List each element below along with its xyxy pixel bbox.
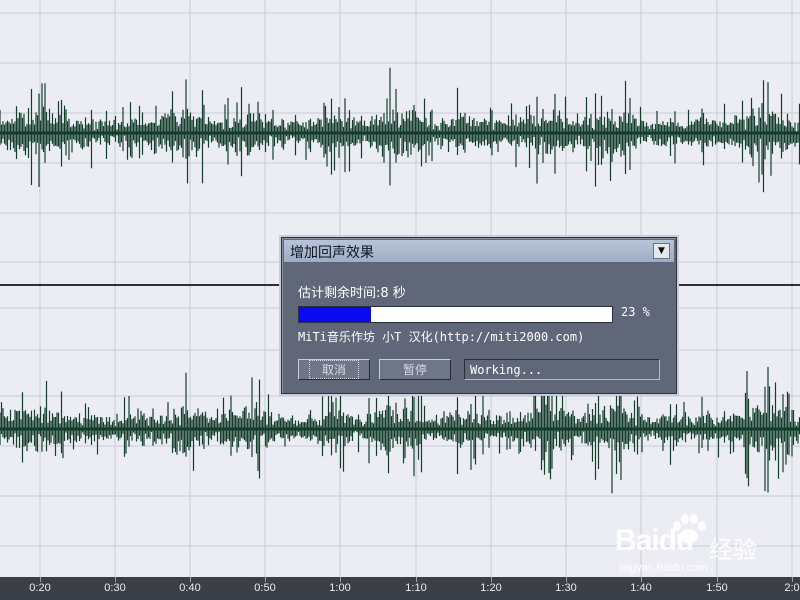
time-label: 1:40	[630, 582, 652, 594]
estimated-time-label: 估计剩余时间:8 秒	[298, 286, 406, 301]
time-label: 0:30	[104, 582, 126, 594]
watermark-text: 经验	[709, 536, 757, 564]
time-label: 1:20	[480, 582, 502, 594]
channel-top-waveform	[0, 67, 800, 193]
time-label: 0:40	[179, 582, 201, 594]
progress-percent: 23 %	[621, 305, 650, 319]
time-label: 1:10	[405, 582, 427, 594]
watermark: Baidu 经验 jingyan.baidu.com	[613, 512, 793, 582]
time-label: 1:50	[706, 582, 728, 594]
dialog-titlebar[interactable]: 增加回声效果 ▼	[284, 240, 674, 263]
chevron-down-icon[interactable]: ▼	[653, 243, 670, 259]
status-field: Working...	[464, 359, 660, 380]
dialog-title: 增加回声效果	[290, 245, 374, 261]
time-label: 2:0	[784, 582, 800, 594]
watermark-url: jingyan.baidu.com	[619, 562, 708, 574]
time-label: 0:20	[29, 582, 51, 594]
pause-button[interactable]: 暂停	[379, 359, 451, 380]
echo-effect-dialog: 增加回声效果 ▼ 估计剩余时间:8 秒 23 % MiTi音乐作坊 小T 汉化(…	[281, 237, 677, 394]
progress-fill	[299, 307, 371, 322]
cancel-button[interactable]: 取消	[298, 359, 370, 380]
credit-text: MiTi音乐作坊 小T 汉化(http://miti2000.com)	[298, 330, 585, 344]
time-label: 0:50	[254, 582, 276, 594]
time-label: 1:30	[555, 582, 577, 594]
progress-bar	[298, 306, 613, 323]
pause-button-label: 暂停	[402, 363, 427, 377]
cancel-button-label: 取消	[308, 360, 359, 379]
time-label: 1:00	[329, 582, 351, 594]
watermark-logo: Baidu	[615, 524, 694, 557]
